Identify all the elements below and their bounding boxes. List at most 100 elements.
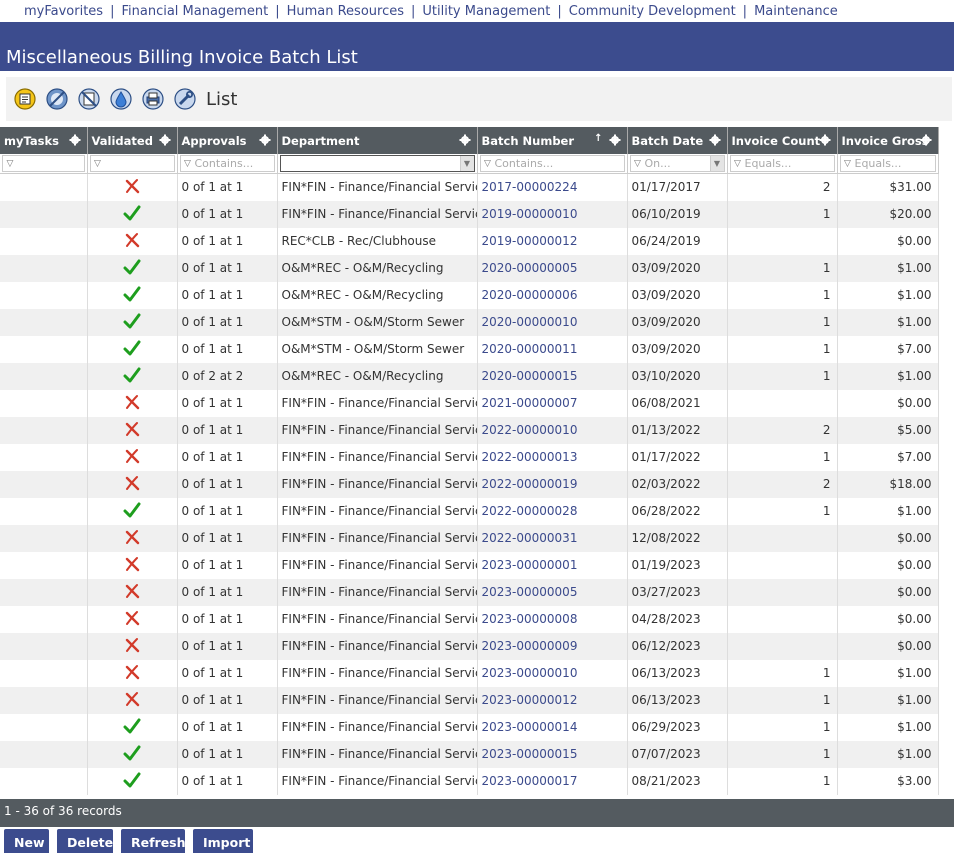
cell-batch-number-link[interactable]: 2023-00000014 <box>477 713 628 741</box>
cell-validated <box>87 335 178 363</box>
cell-batch-number-link[interactable]: 2022-00000019 <box>477 470 628 498</box>
cell-invoice-gross: $1.00 <box>837 659 939 687</box>
cell-batch-number-link[interactable]: 2023-00000009 <box>477 632 628 660</box>
col-header-department[interactable]: Department <box>277 127 478 154</box>
cell-batch-number-link[interactable]: 2019-00000012 <box>477 227 628 255</box>
filter-icon[interactable]: ▽ <box>3 159 17 169</box>
cell-batch-number-link[interactable]: 2021-00000007 <box>477 389 628 417</box>
table-row[interactable]: 0 of 1 at 1 FIN*FIN - Finance/Financial S… <box>0 551 939 579</box>
nav-maintenance[interactable]: Maintenance <box>754 4 838 19</box>
cell-batch-number-link[interactable]: 2023-00000001 <box>477 551 628 579</box>
cell-batch-number-link[interactable]: 2023-00000015 <box>477 740 628 768</box>
col-header-invoice-count[interactable]: Invoice Count <box>727 127 838 154</box>
cell-batch-number-link[interactable]: 2023-00000012 <box>477 686 628 714</box>
nav-financial-management[interactable]: Financial Management <box>121 4 268 19</box>
table-row[interactable]: 0 of 1 at 1 FIN*FIN - Finance/Financial S… <box>0 659 939 687</box>
gear-icon[interactable] <box>459 134 471 146</box>
gear-icon[interactable] <box>259 134 271 146</box>
cell-batch-date: 07/07/2023 <box>627 740 728 768</box>
gear-icon[interactable] <box>159 134 171 146</box>
col-header-batch-number[interactable]: Batch Number ↑ <box>477 127 628 154</box>
cell-batch-number-link[interactable]: 2023-00000008 <box>477 605 628 633</box>
filter-my-tasks[interactable]: ▽ <box>2 155 85 172</box>
new-button[interactable]: New <box>4 829 49 853</box>
cell-batch-number-link[interactable]: 2023-00000017 <box>477 767 628 795</box>
nav-my-favorites[interactable]: myFavorites <box>24 4 103 19</box>
table-row[interactable]: 0 of 1 at 1 FIN*FIN - Finance/Financial S… <box>0 767 939 795</box>
table-row[interactable]: 0 of 1 at 1 FIN*FIN - Finance/Financial S… <box>0 416 939 444</box>
filter-validated[interactable]: ▽ <box>89 155 175 172</box>
cell-batch-number-link[interactable]: 2022-00000031 <box>477 524 628 552</box>
table-row[interactable]: 0 of 1 at 1 O&M*REC - O&M/Recycling 2020-0… <box>0 254 939 282</box>
filter-icon[interactable]: ▽ <box>841 159 855 169</box>
col-header-validated[interactable]: Validated <box>87 127 178 154</box>
cell-batch-number-link[interactable]: 2022-00000028 <box>477 497 628 525</box>
cell-batch-number-link[interactable]: 2020-00000015 <box>477 362 628 390</box>
filter-icon[interactable]: ▽ <box>181 159 195 169</box>
water-icon[interactable] <box>108 86 134 112</box>
table-row[interactable]: 0 of 1 at 1 FIN*FIN - Finance/Financial S… <box>0 740 939 768</box>
filter-icon[interactable]: ▽ <box>631 159 645 169</box>
filter-approvals[interactable]: ▽ Contains... <box>179 155 275 172</box>
gear-icon[interactable] <box>920 134 932 146</box>
refresh-button[interactable]: Refresh <box>121 829 185 853</box>
gear-icon[interactable] <box>609 134 621 146</box>
table-row[interactable]: 0 of 1 at 1 O&M*STM - O&M/Storm Sewer 2020… <box>0 308 939 336</box>
table-row[interactable]: 0 of 1 at 1 O&M*REC - O&M/Recycling 2020-0… <box>0 281 939 309</box>
filter-batch-number[interactable]: ▽ Contains... <box>479 155 625 172</box>
tools-icon[interactable] <box>172 86 198 112</box>
cell-batch-number-link[interactable]: 2022-00000013 <box>477 443 628 471</box>
col-header-invoice-gross[interactable]: Invoice Gross <box>837 127 939 154</box>
nav-community-development[interactable]: Community Development <box>569 4 736 19</box>
cell-batch-number-link[interactable]: 2020-00000005 <box>477 254 628 282</box>
table-row[interactable]: 0 of 1 at 1 FIN*FIN - Finance/Financial S… <box>0 497 939 525</box>
invoice-summary-icon[interactable] <box>12 86 38 112</box>
table-row[interactable]: 0 of 1 at 1 FIN*FIN - Finance/Financial S… <box>0 713 939 741</box>
filter-icon[interactable]: ▽ <box>731 159 745 169</box>
import-button[interactable]: Import <box>193 829 253 853</box>
cell-batch-number-link[interactable]: 2020-00000010 <box>477 308 628 336</box>
cell-batch-number-link[interactable]: 2019-00000010 <box>477 200 628 228</box>
cell-batch-number-link[interactable]: 2023-00000010 <box>477 659 628 687</box>
col-header-approvals[interactable]: Approvals <box>177 127 278 154</box>
nav-human-resources[interactable]: Human Resources <box>287 4 404 19</box>
table-row[interactable]: 0 of 1 at 1 FIN*FIN - Finance/Financial S… <box>0 470 939 498</box>
table-row[interactable]: 0 of 1 at 1 REC*CLB - Rec/Clubhouse 2019-0… <box>0 227 939 255</box>
col-header-my-tasks[interactable]: myTasks <box>0 127 88 154</box>
filter-department[interactable]: ▼ <box>279 155 475 172</box>
table-row[interactable]: 0 of 1 at 1 FIN*FIN - Finance/Financial S… <box>0 605 939 633</box>
nav-utility-management[interactable]: Utility Management <box>422 4 550 19</box>
cell-batch-number-link[interactable]: 2020-00000011 <box>477 335 628 363</box>
delete-button[interactable]: Delete <box>57 829 113 853</box>
gear-icon[interactable] <box>819 134 831 146</box>
gear-icon[interactable] <box>709 134 721 146</box>
chevron-down-icon[interactable]: ▼ <box>459 156 474 171</box>
table-row[interactable]: 0 of 1 at 1 FIN*FIN - Finance/Financial S… <box>0 443 939 471</box>
filter-invoice-count[interactable]: ▽ Equals... <box>729 155 835 172</box>
table-row[interactable]: 0 of 1 at 1 O&M*STM - O&M/Storm Sewer 2020… <box>0 335 939 363</box>
table-row[interactable]: 0 of 1 at 1 FIN*FIN - Finance/Financial S… <box>0 200 939 228</box>
cell-batch-number-link[interactable]: 2022-00000010 <box>477 416 628 444</box>
filter-icon[interactable]: ▽ <box>91 159 105 169</box>
filter-batch-date[interactable]: ▽ On... ▼ <box>629 155 725 172</box>
table-row[interactable]: 0 of 1 at 1 FIN*FIN - Finance/Financial S… <box>0 173 939 201</box>
table-row[interactable]: 0 of 1 at 1 FIN*FIN - Finance/Financial S… <box>0 524 939 552</box>
filter-icon[interactable]: ▽ <box>481 159 495 169</box>
print-icon[interactable] <box>140 86 166 112</box>
table-row[interactable]: 0 of 2 at 2 O&M*REC - O&M/Recycling 2020-0… <box>0 362 939 390</box>
col-header-batch-date[interactable]: Batch Date <box>627 127 728 154</box>
gear-icon[interactable] <box>69 134 81 146</box>
table-row[interactable]: 0 of 1 at 1 FIN*FIN - Finance/Financial S… <box>0 389 939 417</box>
cell-batch-number-link[interactable]: 2020-00000006 <box>477 281 628 309</box>
table-row[interactable]: 0 of 1 at 1 FIN*FIN - Finance/Financial S… <box>0 686 939 714</box>
cell-department: FIN*FIN - Finance/Financial Services <box>277 632 478 660</box>
table-row[interactable]: 0 of 1 at 1 FIN*FIN - Finance/Financial S… <box>0 632 939 660</box>
filter-invoice-gross[interactable]: ▽ Equals... <box>839 155 936 172</box>
sort-ascending-icon[interactable]: ↑ <box>594 133 602 144</box>
search-slash-icon[interactable] <box>44 86 70 112</box>
cell-batch-number-link[interactable]: 2017-00000224 <box>477 173 628 201</box>
disconnect-icon[interactable] <box>76 86 102 112</box>
chevron-down-icon[interactable]: ▼ <box>709 156 724 171</box>
cell-batch-number-link[interactable]: 2023-00000005 <box>477 578 628 606</box>
table-row[interactable]: 0 of 1 at 1 FIN*FIN - Finance/Financial S… <box>0 578 939 606</box>
